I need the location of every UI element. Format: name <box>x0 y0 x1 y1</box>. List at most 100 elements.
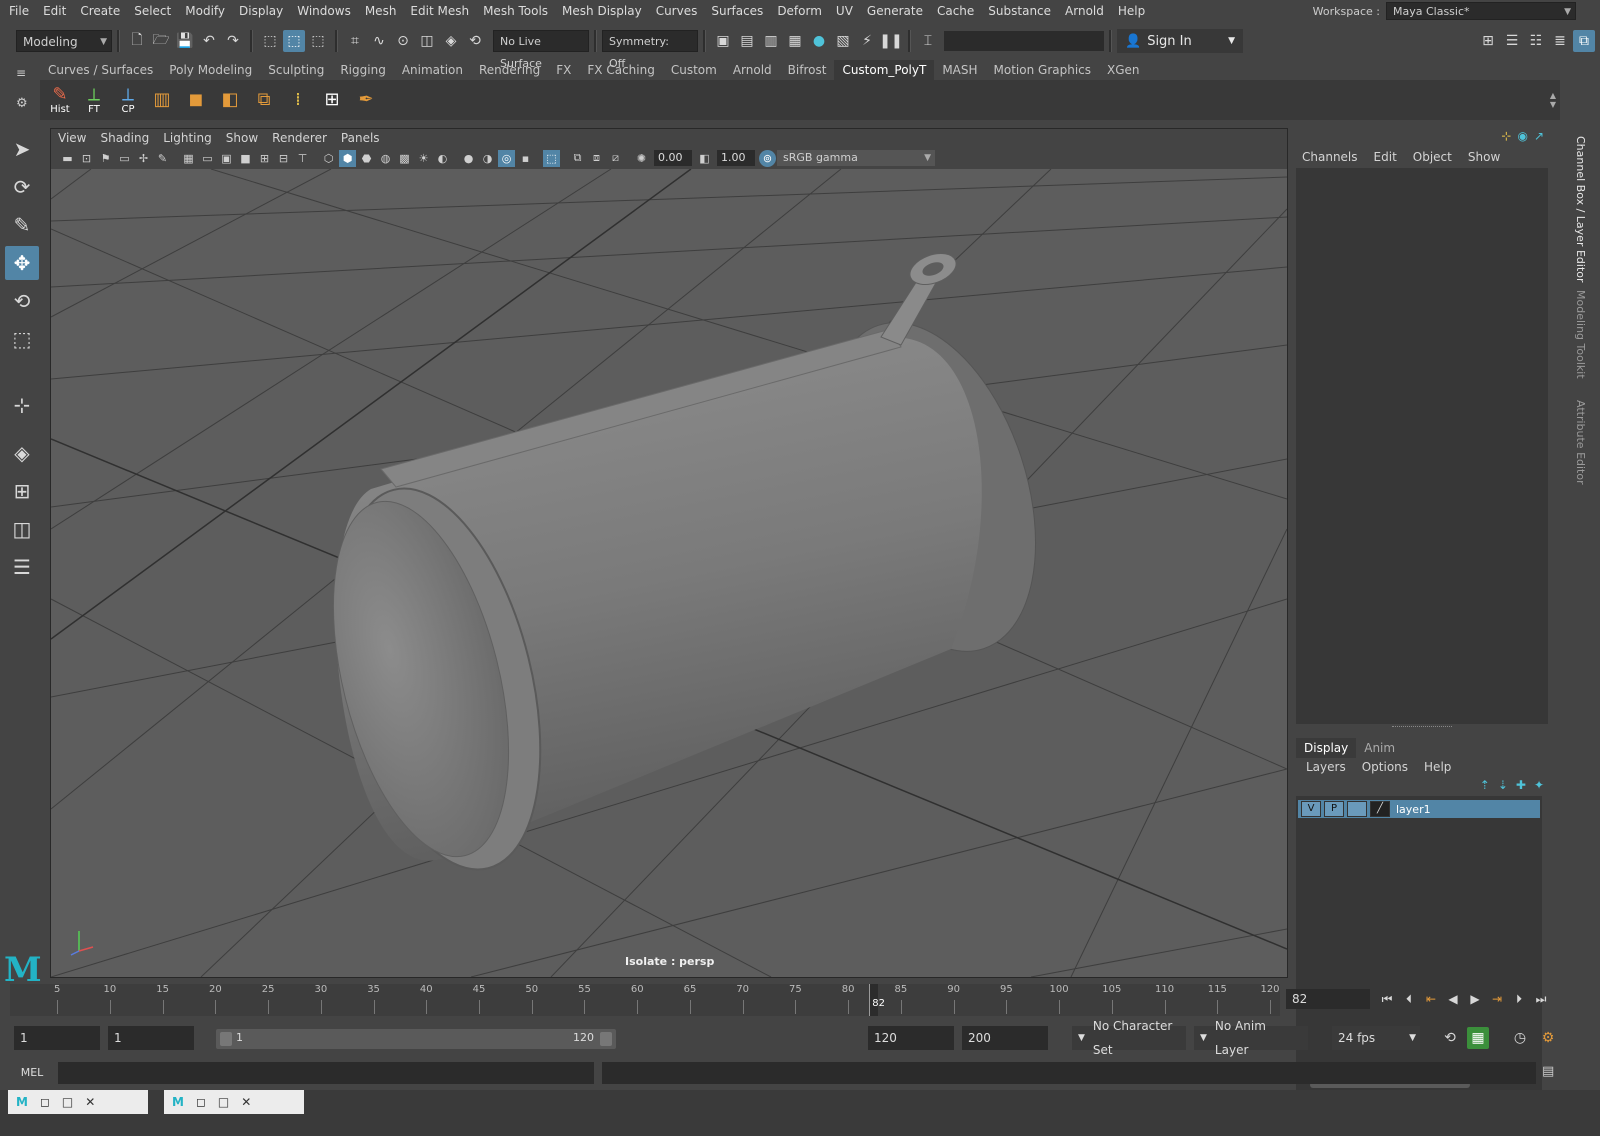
select-component-icon[interactable]: ⬚ <box>307 30 329 52</box>
viewport-menu-lighting[interactable]: Lighting <box>156 129 219 147</box>
layer-menu-options[interactable]: Options <box>1354 758 1416 776</box>
step-forward-key-icon[interactable]: ⇥ <box>1487 989 1507 1009</box>
delete-history-button[interactable]: ✎ Hist <box>44 84 76 116</box>
depth-of-field-icon[interactable]: ▪ <box>517 150 534 167</box>
playback-end-field[interactable]: 120 <box>868 1026 954 1050</box>
shelf-menu-icon[interactable]: ≡ <box>16 66 26 80</box>
minimized-window[interactable]: M ◻ □ ✕ <box>164 1090 304 1114</box>
shelf-tab-poly-modeling[interactable]: Poly Modeling <box>161 60 260 80</box>
two-d-pan-icon[interactable]: ✢ <box>135 150 152 167</box>
snap-grid-icon[interactable]: ⌗ <box>344 30 366 52</box>
exposure-icon[interactable]: ✺ <box>633 150 650 167</box>
current-frame-field[interactable]: 82 <box>1286 989 1370 1009</box>
channel-box-menu-edit[interactable]: Edit <box>1366 148 1405 166</box>
playback-speed-icon[interactable]: ⚙ <box>1537 1027 1559 1049</box>
pivot-snap-button[interactable]: ⁞ <box>282 84 314 116</box>
play-backward-icon[interactable]: ◀ <box>1443 989 1463 1009</box>
viewport-menu-view[interactable]: View <box>51 129 93 147</box>
script-language-toggle[interactable]: MEL <box>8 1062 56 1084</box>
quick-input-field[interactable] <box>944 31 1104 51</box>
viewport-menu-show[interactable]: Show <box>219 129 265 147</box>
snap-view-plane-icon[interactable]: ◫ <box>416 30 438 52</box>
current-time-marker[interactable]: 82 <box>869 984 885 1016</box>
step-back-key-icon[interactable]: ⇤ <box>1421 989 1441 1009</box>
menu-generate[interactable]: Generate <box>860 0 930 22</box>
scale-tool-icon[interactable]: ⬚ <box>5 322 39 356</box>
shelf-tab-fx[interactable]: FX <box>548 60 579 80</box>
menu-help[interactable]: Help <box>1111 0 1152 22</box>
menu-display[interactable]: Display <box>232 0 290 22</box>
menu-edit[interactable]: Edit <box>36 0 73 22</box>
smooth-shade-icon[interactable]: ⬢ <box>339 149 356 167</box>
grid-icon[interactable]: ▦ <box>180 150 197 167</box>
layer-row[interactable]: V P ╱ layer1 <box>1298 800 1540 818</box>
range-start-handle[interactable] <box>220 1032 232 1046</box>
pen-tool-button[interactable]: ✒ <box>350 84 382 116</box>
tab-display[interactable]: Display <box>1296 738 1357 758</box>
poly-bevel-button[interactable]: ◧ <box>214 84 246 116</box>
poly-cube-group-button[interactable]: ▥ <box>146 84 178 116</box>
select-hierarchy-icon[interactable]: ⬚ <box>259 30 281 52</box>
redo-icon[interactable]: ↷ <box>222 30 244 52</box>
camera-attributes-icon[interactable]: ⊡ <box>78 150 95 167</box>
viewport-menu-renderer[interactable]: Renderer <box>265 129 334 147</box>
fps-dropdown[interactable]: 24 fps ▼ <box>1332 1026 1420 1050</box>
view-transform-dropdown[interactable]: sRGB gamma ▼ <box>777 150 935 166</box>
center-pivot-button[interactable]: ⟂ CP <box>112 84 144 116</box>
time-slider[interactable]: 5 10 15 20 25 30 35 40 45 50 55 60 65 70 75 80 85 90 95 100… <box>10 984 1280 1016</box>
channel-box-menu-channels[interactable]: Channels <box>1294 148 1366 166</box>
play-forward-icon[interactable]: ▶ <box>1465 989 1485 1009</box>
panel-splitter[interactable] <box>1392 726 1452 731</box>
channel-box-mode-icon[interactable]: ⊹ <box>1501 129 1511 143</box>
auto-key-icon[interactable]: ▦ <box>1467 1027 1489 1049</box>
shelf-scroll[interactable]: ▲ ▼ <box>1550 91 1556 109</box>
poly-cube-button[interactable]: ◼ <box>180 84 212 116</box>
close-icon[interactable]: ✕ <box>85 1095 95 1109</box>
attribute-manipulator-icon[interactable]: ◉ <box>1517 129 1527 143</box>
render-settings-icon[interactable]: ▦ <box>784 30 806 52</box>
lasso-tool-icon[interactable]: ⟳ <box>5 170 39 204</box>
float-panel-icon[interactable]: ↗ <box>1534 129 1544 143</box>
camera-select-icon[interactable]: ▬ <box>59 150 76 167</box>
menu-deform[interactable]: Deform <box>770 0 829 22</box>
menu-mesh-display[interactable]: Mesh Display <box>555 0 649 22</box>
render-view-icon[interactable]: ▣ <box>712 30 734 52</box>
move-layer-down-icon[interactable]: ⇣ <box>1498 778 1508 792</box>
minimized-window[interactable]: M ◻ □ ✕ <box>8 1090 148 1114</box>
menu-create[interactable]: Create <box>73 0 127 22</box>
safe-action-icon[interactable]: ⊟ <box>275 150 292 167</box>
hypershade-icon[interactable]: ● <box>808 30 830 52</box>
select-tool-icon[interactable]: ➤ <box>5 132 39 166</box>
resolution-gate-icon[interactable]: ▣ <box>218 150 235 167</box>
live-surface-field[interactable]: No Live Surface <box>493 30 589 70</box>
multi-cut-button[interactable]: ⊞ <box>316 84 348 116</box>
outliner-layout-icon[interactable]: ☰ <box>5 550 39 584</box>
menu-set-dropdown[interactable]: Modeling ▼ <box>16 30 112 52</box>
channel-box-menu-show[interactable]: Show <box>1460 148 1508 166</box>
snap-vertex-icon[interactable]: ⟲ <box>464 30 486 52</box>
attribute-editor-icon[interactable]: ☰ <box>1501 30 1523 52</box>
shelf-tab-sculpting[interactable]: Sculpting <box>260 60 332 80</box>
menu-mesh[interactable]: Mesh <box>358 0 404 22</box>
backface-culling-icon[interactable]: ⧄ <box>607 150 624 167</box>
channel-box-icon[interactable]: ⧉ <box>1573 30 1595 52</box>
new-scene-icon[interactable]: 🗋 <box>126 30 148 52</box>
gate-mask-icon[interactable]: ■ <box>237 150 254 167</box>
ambient-occlusion-icon[interactable]: ● <box>460 150 477 167</box>
side-tab-modeling-toolkit[interactable]: Modeling Toolkit <box>1574 290 1587 379</box>
symmetry-dropdown[interactable]: Symmetry: Off <box>602 30 698 70</box>
field-chart-icon[interactable]: ⊞ <box>256 150 273 167</box>
3d-scene[interactable] <box>51 169 1287 977</box>
restore-icon[interactable]: ◻ <box>40 1095 50 1109</box>
status-line-grip[interactable] <box>2 30 16 52</box>
menu-substance[interactable]: Substance <box>981 0 1058 22</box>
grease-pencil-icon[interactable]: ✎ <box>154 150 171 167</box>
menu-uv[interactable]: UV <box>829 0 860 22</box>
arnold-render-icon[interactable]: ⚡ <box>856 30 878 52</box>
character-set-dropdown[interactable]: ▼ No Character Set <box>1072 1019 1186 1057</box>
safe-title-icon[interactable]: ⊤ <box>294 150 311 167</box>
pause-icon[interactable]: ❚❚ <box>879 30 902 52</box>
go-to-end-icon[interactable]: ⏭ <box>1531 989 1551 1009</box>
side-tab-channel-box[interactable]: Channel Box / Layer Editor <box>1574 136 1587 283</box>
viewport-menu-panels[interactable]: Panels <box>334 129 387 147</box>
